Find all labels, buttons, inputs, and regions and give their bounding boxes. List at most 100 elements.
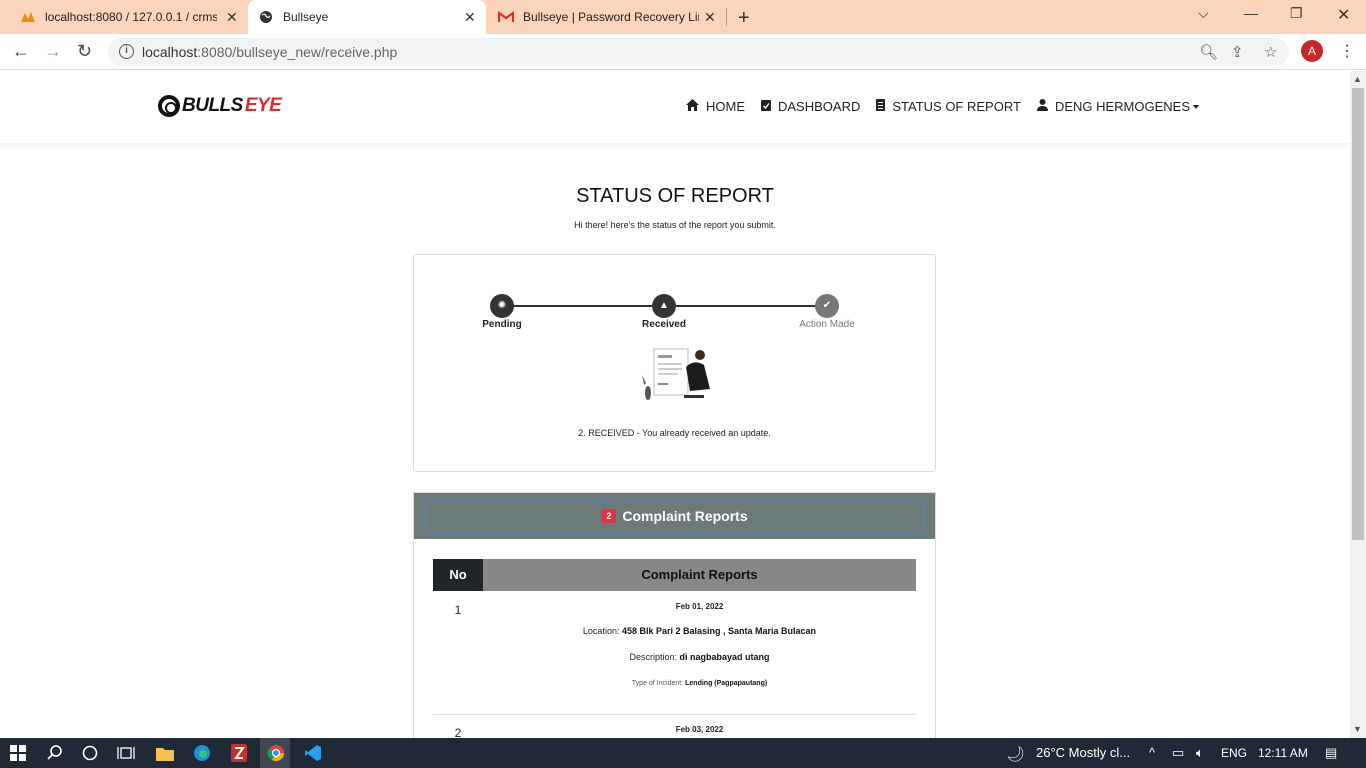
site-logo[interactable]: BULLS EYE bbox=[158, 95, 282, 117]
new-tab-icon[interactable]: + bbox=[738, 7, 750, 30]
complaint-reports-card: 2 Complaint Reports No Complaint Reports… bbox=[413, 492, 936, 738]
scroll-up-icon[interactable]: ▲ bbox=[1353, 74, 1362, 84]
tab-label: Bullseye | Password Recovery Lin bbox=[523, 10, 699, 24]
browser-tab-strip: localhost:8080 / 127.0.0.1 / crms_ ✕ Bul… bbox=[0, 0, 1366, 34]
report-date: Feb 03, 2022 bbox=[675, 725, 724, 734]
tray-chevron-icon[interactable]: ^ bbox=[1149, 745, 1155, 760]
volume-icon[interactable]: 🔈︎ bbox=[1196, 745, 1204, 761]
location-label: Location: bbox=[582, 626, 620, 636]
location-value: 458 Blk Pari 2 Balasing , Santa Maria Bu… bbox=[621, 626, 817, 636]
description-value: di nagbabayad utang bbox=[679, 652, 770, 662]
scrollbar-thumb[interactable] bbox=[1352, 88, 1364, 540]
clock[interactable]: 12:11 AM bbox=[1258, 746, 1308, 760]
language-indicator[interactable]: ENG bbox=[1221, 746, 1247, 760]
tab-separator bbox=[726, 8, 727, 26]
address-bar[interactable]: i localhost:8080/bullseye_new/receive.ph… bbox=[108, 38, 1289, 66]
notifications-icon[interactable]: ▤ bbox=[1325, 745, 1337, 761]
nav-status-of-report[interactable]: STATUS OF REPORT bbox=[876, 99, 1021, 114]
chrome-icon[interactable] bbox=[266, 743, 286, 763]
edge-icon[interactable] bbox=[192, 743, 212, 763]
bookmark-star-icon[interactable]: ☆ bbox=[1264, 43, 1277, 61]
filezilla-icon[interactable] bbox=[229, 743, 249, 763]
bell-icon: ▲ bbox=[659, 300, 669, 311]
task-view-icon[interactable] bbox=[116, 743, 136, 763]
search-icon[interactable] bbox=[45, 743, 65, 763]
spinner-icon: ✺ bbox=[497, 300, 507, 311]
tab-bullseye[interactable]: Bullseye ✕ bbox=[248, 0, 486, 34]
close-tab-icon[interactable]: ✕ bbox=[464, 9, 476, 26]
nav-home[interactable]: HOME bbox=[686, 99, 745, 114]
complaint-reports-toggle[interactable]: 2 Complaint Reports bbox=[424, 499, 925, 533]
table-row: 2 Feb 03, 2022 bbox=[433, 724, 916, 738]
back-icon[interactable]: ← bbox=[12, 41, 30, 62]
tab-label: Bullseye bbox=[283, 10, 329, 24]
description-label: Description: bbox=[629, 652, 677, 662]
phpmyadmin-icon bbox=[20, 9, 36, 25]
close-window-icon[interactable]: ✕ bbox=[1337, 5, 1350, 25]
file-explorer-icon[interactable] bbox=[155, 743, 175, 763]
minimize-icon[interactable]: — bbox=[1244, 5, 1258, 21]
url-text[interactable]: localhost:8080/bullseye_new/receive.php bbox=[142, 44, 397, 60]
cortana-icon[interactable] bbox=[80, 743, 100, 763]
check-icon: ✔ bbox=[822, 300, 832, 311]
nav-user-label: DENG HERMOGENES bbox=[1054, 99, 1191, 114]
url-host: localhost bbox=[142, 44, 198, 60]
tab-search-chevron-icon[interactable]: ⌵ bbox=[1198, 5, 1209, 22]
nav-dashboard[interactable]: DASHBOARD bbox=[761, 99, 860, 114]
share-icon[interactable]: ⇪ bbox=[1231, 43, 1244, 61]
reload-icon[interactable]: ↻ bbox=[77, 41, 92, 62]
tab-phpmyadmin[interactable]: localhost:8080 / 127.0.0.1 / crms_ ✕ bbox=[10, 0, 246, 34]
reports-header: 2 Complaint Reports bbox=[414, 493, 935, 539]
col-header-reports: Complaint Reports bbox=[483, 559, 916, 591]
site-nav-links: HOME DASHBOARD STATUS OF REPORT DENG HER… bbox=[686, 99, 1215, 114]
forward-icon[interactable]: → bbox=[44, 41, 62, 62]
close-tab-icon[interactable]: ✕ bbox=[226, 9, 238, 26]
status-tracker-card: ✺ Pending ▲ Received ✔ Action Made 2. RE… bbox=[413, 254, 936, 472]
nav-user-dropdown[interactable]: DENG HERMOGENES bbox=[1036, 99, 1200, 114]
browser-toolbar: ← → ↻ i localhost:8080/bullseye_new/rece… bbox=[0, 34, 1366, 70]
step-received-dot: ▲ bbox=[652, 294, 676, 318]
row-divider bbox=[433, 714, 916, 715]
step-received-label: Received bbox=[642, 319, 686, 330]
site-navbar: BULLS EYE HOME DASHBOARD STATUS OF REPORT bbox=[0, 71, 1350, 143]
row-number: 1 bbox=[454, 603, 462, 617]
nav-dashboard-label: DASHBOARD bbox=[778, 99, 861, 114]
report-date: Feb 01, 2022 bbox=[675, 602, 724, 611]
col-header-no: No bbox=[433, 559, 483, 591]
report-description: Description: di nagbabayad utang bbox=[483, 652, 916, 662]
network-icon[interactable]: ▭ bbox=[1172, 745, 1184, 761]
windows-taskbar: 🌙︎ 26°C Mostly cl... ^ ▭ 🔈︎ ENG 12:11 AM… bbox=[0, 738, 1366, 768]
windows-start-icon[interactable] bbox=[8, 743, 28, 763]
user-icon bbox=[1036, 99, 1048, 114]
page-title: STATUS OF REPORT bbox=[576, 185, 774, 207]
reports-table-header: No Complaint Reports bbox=[433, 559, 916, 591]
step-action-label: Action Made bbox=[799, 319, 855, 330]
weather-moon-icon[interactable]: 🌙︎ bbox=[1006, 745, 1025, 763]
close-tab-icon[interactable]: ✕ bbox=[704, 9, 716, 26]
restore-icon[interactable]: ❐ bbox=[1290, 5, 1303, 22]
tab-gmail[interactable]: Bullseye | Password Recovery Lin ✕ bbox=[488, 0, 724, 34]
step-action-dot: ✔ bbox=[815, 294, 839, 318]
nav-home-label: HOME bbox=[706, 99, 745, 114]
row-details: Feb 01, 2022 Location: 458 Blk Pari 2 Ba… bbox=[483, 601, 916, 687]
browser-menu-icon[interactable]: ⋮ bbox=[1339, 41, 1355, 61]
row-number: 2 bbox=[454, 726, 462, 738]
home-icon bbox=[686, 99, 699, 114]
clipboard-check-icon bbox=[761, 99, 771, 114]
type-value: Lending (Pagpapautang) bbox=[685, 680, 768, 687]
vscode-icon[interactable] bbox=[303, 743, 323, 763]
scroll-down-icon[interactable]: ▼ bbox=[1353, 724, 1362, 734]
receipt-icon bbox=[876, 99, 886, 114]
profile-avatar[interactable]: A bbox=[1301, 40, 1323, 62]
row-details: Feb 03, 2022 bbox=[483, 724, 916, 734]
zoom-icon[interactable]: 🔍︎ bbox=[1199, 43, 1218, 61]
target-logo-icon bbox=[158, 95, 180, 117]
table-row: 1 Feb 01, 2022 Location: 458 Blk Pari 2 … bbox=[433, 601, 916, 721]
dropdown-caret-icon bbox=[1193, 104, 1200, 109]
logo-text-eye: EYE bbox=[244, 95, 282, 116]
weather-text[interactable]: 26°C Mostly cl... bbox=[1036, 745, 1130, 760]
status-message: 2. RECEIVED - You already received an up… bbox=[578, 428, 771, 438]
url-path: :8080/bullseye_new/receive.php bbox=[197, 44, 398, 60]
report-count-badge: 2 bbox=[601, 509, 617, 523]
site-info-icon[interactable]: i bbox=[119, 44, 134, 59]
